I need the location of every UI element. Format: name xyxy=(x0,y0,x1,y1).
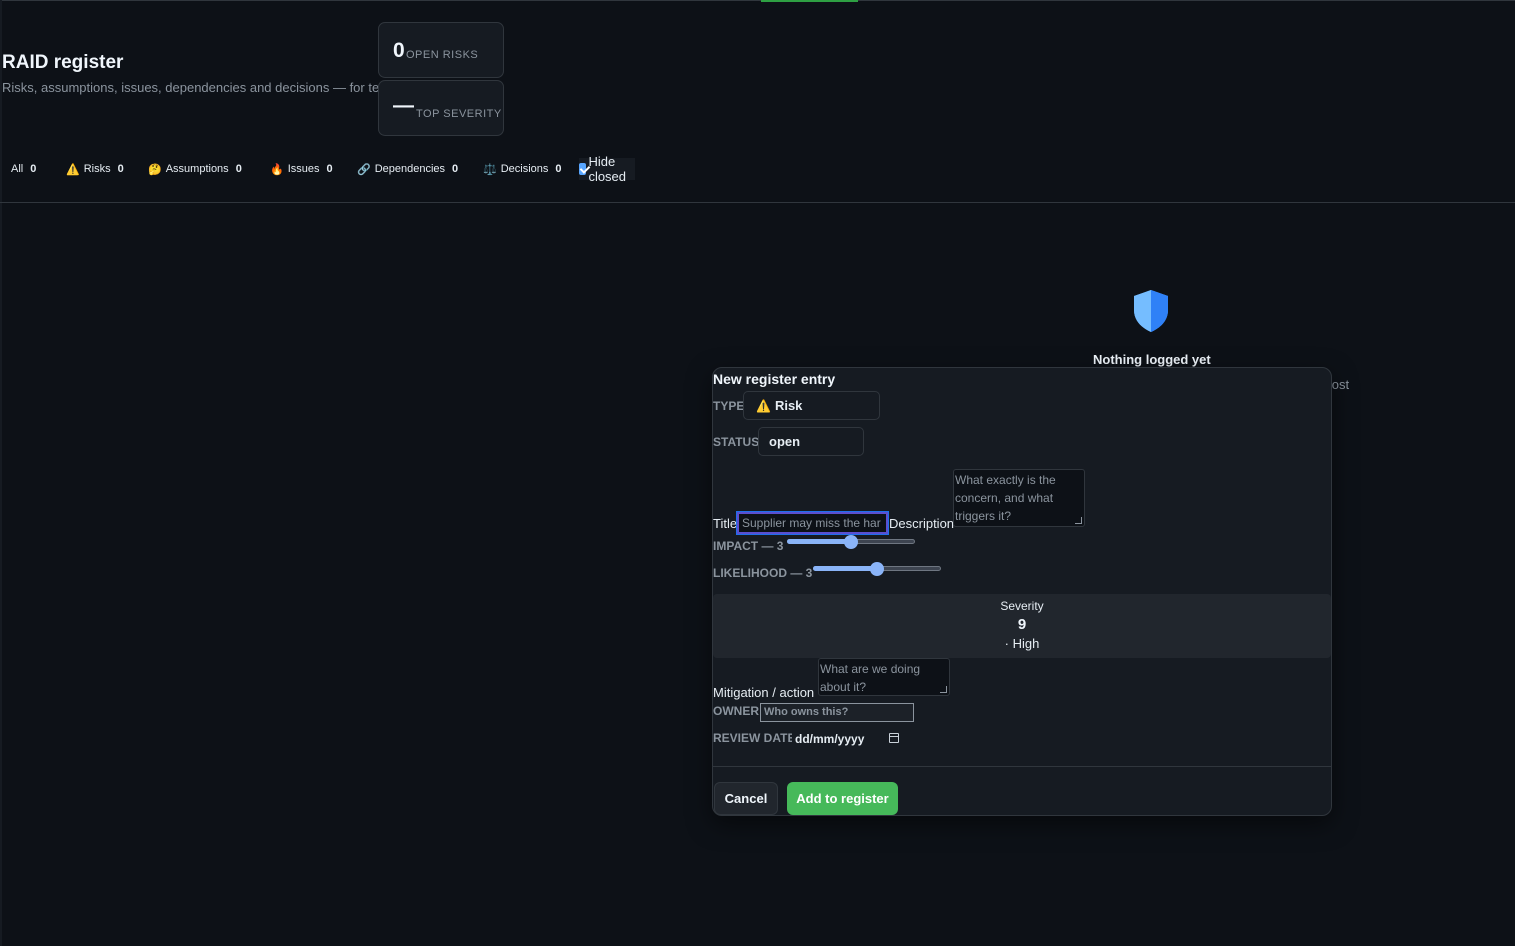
mitigation-label: Mitigation / action xyxy=(713,685,815,700)
tab-count: 0 xyxy=(326,163,333,175)
title-input[interactable]: Supplier may miss the har xyxy=(736,511,889,535)
tab-label: Dependencies xyxy=(374,163,446,175)
open-risks-card: 0 OPEN RISKS xyxy=(378,22,504,78)
status-select[interactable]: open xyxy=(758,427,864,456)
slider-fill xyxy=(787,539,851,544)
slider-thumb[interactable] xyxy=(870,562,884,576)
slider-fill xyxy=(813,566,877,571)
checkbox-checked-icon[interactable] xyxy=(579,163,587,175)
mitigation-placeholder: What are we doing about it? xyxy=(820,662,921,694)
open-risks-label: OPEN RISKS xyxy=(406,49,479,61)
add-to-register-button[interactable]: Add to register xyxy=(787,782,898,815)
dialog-footer-divider xyxy=(713,766,1331,767)
tab-risks[interactable]: ⚠️ Risks 0 xyxy=(66,158,124,180)
open-risks-value: 0 xyxy=(393,39,405,62)
tab-count: 0 xyxy=(555,163,562,175)
title-placeholder: Supplier may miss the har xyxy=(742,516,881,530)
likelihood-slider[interactable] xyxy=(813,561,941,577)
thinking-face-icon: 🤔 xyxy=(148,163,162,176)
resize-grip-icon[interactable] xyxy=(1075,517,1082,524)
tab-count: 0 xyxy=(30,163,37,175)
tab-label: Assumptions xyxy=(165,163,229,175)
severity-panel: Severity 9 · High xyxy=(713,594,1331,658)
left-edge xyxy=(0,0,2,946)
top-border xyxy=(0,0,1515,1)
tab-all[interactable]: All 0 xyxy=(11,158,36,180)
severity-value: 9 xyxy=(1017,616,1027,633)
page-subtitle: Risks, assumptions, issues, dependencies… xyxy=(2,80,401,95)
review-date-input[interactable]: dd/mm/yyyy xyxy=(792,729,903,749)
top-severity-label: TOP SEVERITY xyxy=(416,108,502,120)
likelihood-label: LIKELIHOOD — 3 xyxy=(713,566,813,580)
fire-icon: 🔥 xyxy=(270,163,284,176)
severity-label: Severity xyxy=(1000,599,1044,613)
scales-icon: ⚖️ xyxy=(483,163,497,176)
description-placeholder: What exactly is the concern, and what tr… xyxy=(955,473,1056,523)
description-textarea[interactable]: What exactly is the concern, and what tr… xyxy=(953,469,1085,527)
tab-dependencies[interactable]: 🔗 Dependencies 0 xyxy=(357,158,458,180)
calendar-icon[interactable] xyxy=(889,733,899,743)
resize-grip-icon[interactable] xyxy=(940,686,947,693)
tab-label: Decisions xyxy=(500,163,549,175)
type-label: TYPE xyxy=(713,399,745,413)
hide-closed-label: Hide closed xyxy=(588,154,627,184)
top-severity-card: — TOP SEVERITY xyxy=(378,80,504,136)
severity-band: · High xyxy=(1004,636,1040,651)
active-nav-indicator xyxy=(761,0,858,2)
link-icon: 🔗 xyxy=(357,163,371,176)
mitigation-textarea[interactable]: What are we doing about it? xyxy=(818,658,950,696)
page-title: RAID register xyxy=(2,52,124,73)
title-label: Title xyxy=(713,516,738,531)
slider-thumb[interactable] xyxy=(844,535,858,549)
impact-label: IMPACT — 3 xyxy=(713,539,784,553)
owner-label: OWNER xyxy=(713,704,759,718)
type-value: Risk xyxy=(774,398,803,413)
impact-slider[interactable] xyxy=(787,534,915,550)
review-date-label: REVIEW DATE xyxy=(713,731,796,745)
cancel-button[interactable]: Cancel xyxy=(714,782,778,815)
date-placeholder: dd/mm/yyyy xyxy=(795,732,865,746)
tab-label: All xyxy=(11,163,24,175)
status-label: STATUS xyxy=(713,435,760,449)
section-divider xyxy=(0,202,1515,203)
hide-closed-toggle[interactable]: Hide closed xyxy=(579,154,635,184)
status-value: open xyxy=(769,434,801,449)
top-severity-value: — xyxy=(393,94,414,117)
new-entry-dialog: New register entry TYPE ⚠️ Risk STATUS o… xyxy=(712,367,1332,816)
type-select[interactable]: ⚠️ Risk xyxy=(743,391,880,420)
owner-placeholder: Who owns this? xyxy=(764,706,849,718)
shield-icon xyxy=(1134,290,1168,332)
owner-input[interactable]: Who owns this? xyxy=(760,703,914,722)
warning-icon: ⚠️ xyxy=(756,398,771,413)
tab-count: 0 xyxy=(452,163,459,175)
tab-assumptions[interactable]: 🤔 Assumptions 0 xyxy=(148,158,242,180)
tab-count: 0 xyxy=(235,163,242,175)
dialog-title: New register entry xyxy=(713,371,836,387)
tab-decisions[interactable]: ⚖️ Decisions 0 xyxy=(483,158,562,180)
tab-label: Issues xyxy=(287,163,320,175)
empty-state-title: Nothing logged yet xyxy=(1093,352,1211,367)
description-label: Description xyxy=(889,516,955,531)
warning-icon: ⚠️ xyxy=(66,163,80,176)
tab-label: Risks xyxy=(83,163,111,175)
tab-issues[interactable]: 🔥 Issues 0 xyxy=(270,158,333,180)
tab-count: 0 xyxy=(117,163,124,175)
